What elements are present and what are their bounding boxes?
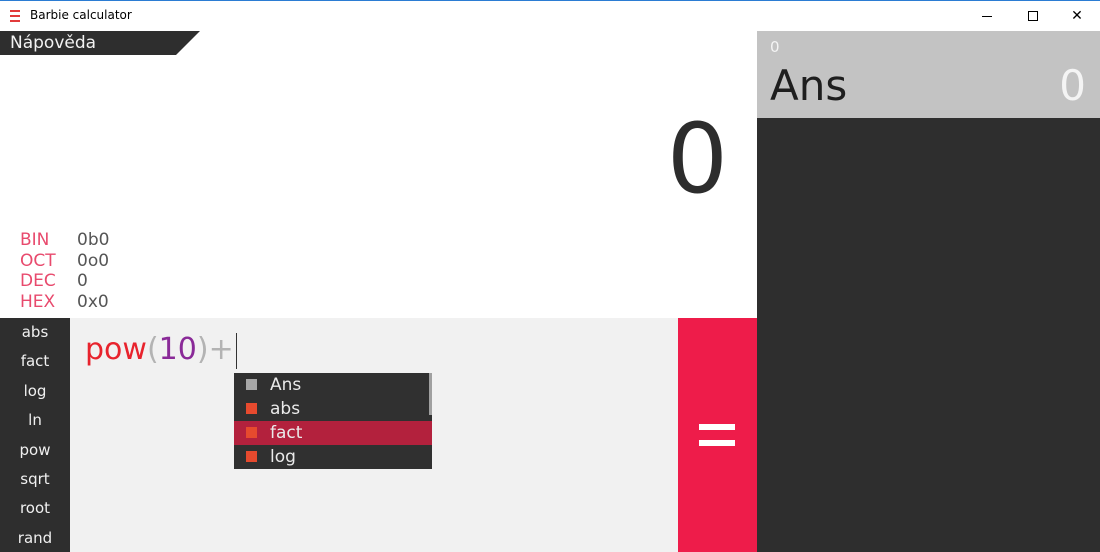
function-sqrt[interactable]: sqrt <box>0 465 70 494</box>
expr-close-paren: ) <box>196 332 209 367</box>
autocomplete-item-selected[interactable]: fact <box>234 421 432 445</box>
base-label: DEC <box>20 271 56 292</box>
text-caret <box>235 332 237 369</box>
maximize-button[interactable] <box>1010 1 1056 32</box>
close-button[interactable]: ✕ <box>1054 1 1100 32</box>
function-log[interactable]: log <box>0 377 70 406</box>
history-value: 0 <box>1059 61 1086 110</box>
result-display: 0 <box>666 103 728 215</box>
close-icon: ✕ <box>1071 8 1083 24</box>
autocomplete-item[interactable]: Ans <box>234 373 432 397</box>
expr-number-token: 10 <box>158 332 197 367</box>
expr-open-paren: ( <box>146 332 159 367</box>
history-item[interactable]: 0 Ans 0 <box>757 31 1100 118</box>
number-bases: BIN 0b0 OCT 0o0 DEC 0 HEX 0x0 <box>20 230 109 312</box>
app-icon <box>10 9 20 23</box>
function-rand[interactable]: rand <box>0 524 70 552</box>
function-fact[interactable]: fact <box>0 347 70 376</box>
help-label: Nápověda <box>10 33 97 53</box>
function-pow[interactable]: pow <box>0 436 70 465</box>
autocomplete-list[interactable]: Ans abs fact log <box>234 373 432 469</box>
help-tab[interactable]: Nápověda <box>0 31 200 55</box>
autocomplete-label: log <box>270 447 296 467</box>
base-row-oct: OCT 0o0 <box>20 251 109 272</box>
base-value: 0o0 <box>77 250 110 271</box>
base-value: 0b0 <box>77 230 110 251</box>
minimize-icon <box>982 16 992 17</box>
variable-icon <box>246 379 257 390</box>
autocomplete-label: fact <box>270 423 303 443</box>
base-label: HEX <box>20 291 56 312</box>
expression-editor[interactable]: pow(10)+ Ans abs fact log <box>70 318 678 552</box>
base-value: 0 <box>77 271 88 292</box>
base-value: 0x0 <box>77 291 109 312</box>
minimize-button[interactable] <box>964 1 1010 32</box>
expression-input[interactable]: pow(10)+ <box>85 332 237 369</box>
function-icon <box>246 403 257 414</box>
function-root[interactable]: root <box>0 494 70 523</box>
base-row-dec: DEC 0 <box>20 271 109 292</box>
window-title: Barbie calculator <box>30 8 132 22</box>
autocomplete-label: abs <box>270 399 301 419</box>
autocomplete-item[interactable]: abs <box>234 397 432 421</box>
equals-icon-bottom <box>699 440 735 446</box>
history-name: Ans <box>770 61 848 110</box>
function-ln[interactable]: ln <box>0 406 70 435</box>
history-panel: 0 Ans 0 <box>757 31 1100 552</box>
maximize-icon <box>1028 11 1038 21</box>
equals-icon-top <box>699 424 735 430</box>
expr-function-token: pow <box>85 332 147 367</box>
autocomplete-label: Ans <box>270 375 302 395</box>
autocomplete-scrollbar[interactable] <box>429 373 432 415</box>
equals-button[interactable] <box>678 318 757 552</box>
base-row-hex: HEX 0x0 <box>20 292 109 313</box>
function-icon <box>246 427 257 438</box>
base-row-bin: BIN 0b0 <box>20 230 109 251</box>
expr-operator-token: + <box>208 332 234 367</box>
autocomplete-item[interactable]: log <box>234 445 432 469</box>
title-bar: Barbie calculator ✕ <box>0 0 1100 31</box>
history-index: 0 <box>770 38 780 56</box>
base-label: BIN <box>20 230 50 251</box>
base-label: OCT <box>20 250 56 271</box>
function-abs[interactable]: abs <box>0 318 70 347</box>
function-icon <box>246 451 257 462</box>
function-sidebar: abs fact log ln pow sqrt root rand <box>0 318 70 552</box>
